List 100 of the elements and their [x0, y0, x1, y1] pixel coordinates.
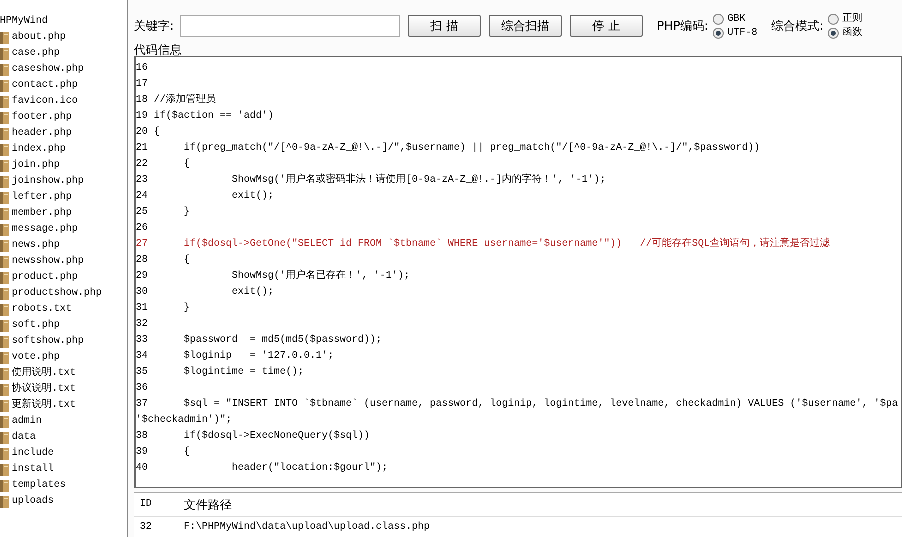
file-icon [0, 176, 9, 188]
code-line: 16 [136, 62, 148, 76]
file-icon [0, 128, 9, 140]
radio-button[interactable] [712, 28, 724, 38]
file-icon [0, 416, 9, 428]
tree-item[interactable]: soft.php [12, 318, 60, 334]
file-icon [0, 240, 9, 252]
radio-label: 正则 [842, 12, 863, 26]
tree-item[interactable]: install [12, 462, 54, 478]
tree-item[interactable]: news.php [12, 238, 60, 254]
radio-button[interactable] [828, 28, 839, 38]
file-icon [0, 384, 9, 396]
tree-item[interactable]: data [12, 430, 36, 446]
tree-item[interactable]: 协议说明.txt [12, 382, 76, 398]
toolbar-button[interactable]: 扫 描 [408, 15, 482, 37]
code-line: '$checkadmin')"; [136, 414, 232, 428]
code-line: 26 [136, 222, 148, 236]
table-cell-text: 32 [139, 520, 154, 534]
tree-item[interactable]: 更新说明.txt [12, 398, 76, 414]
code-line: 35 $logintime = time(); [136, 366, 304, 380]
file-icon [0, 480, 9, 492]
code-line: 22 { [136, 158, 190, 172]
code-line: 23 ShowMsg('用户名或密码非法！请使用[0-9a-zA-Z_@!.-]内的字符！', '-1'); [136, 173, 606, 188]
file-icon [0, 288, 9, 300]
keyword-field[interactable] [180, 15, 400, 37]
code-line: 18 //添加管理员 [136, 93, 216, 108]
code-line: 19 if($action == 'add') [136, 110, 274, 124]
code-line: 34 $loginip = '127.0.0.1'; [136, 350, 334, 364]
option-label: PHP编码: [657, 18, 709, 35]
code-line: 32 [136, 318, 148, 332]
tree-item[interactable]: uploads [12, 494, 54, 510]
tree-item[interactable]: index.php [12, 142, 66, 158]
tree-item[interactable]: joinshow.php [12, 174, 84, 190]
code-line: 36 [136, 382, 148, 396]
code-line: 20 { [136, 126, 160, 140]
tree-item[interactable]: softshow.php [12, 334, 84, 350]
tree-item[interactable]: templates [12, 478, 66, 494]
tree-item[interactable]: product.php [12, 270, 78, 286]
tree-item[interactable]: footer.php [12, 110, 72, 126]
tree-item[interactable]: case.php [12, 46, 60, 62]
file-icon [0, 464, 9, 476]
file-icon [0, 400, 9, 412]
tree-item[interactable]: include [12, 446, 54, 462]
tree-item[interactable]: 使用说明.txt [12, 366, 76, 382]
code-line: 38 if($dosql->ExecNoneQuery($sql)) [136, 430, 370, 444]
file-icon [0, 272, 9, 284]
tree-item[interactable]: newsshow.php [12, 254, 84, 270]
tree-item[interactable]: about.php [12, 30, 66, 46]
code-line: 30 exit(); [136, 286, 274, 300]
tree-item[interactable]: lefter.php [12, 190, 72, 206]
file-icon [0, 144, 9, 156]
code-line: 40 header("location:$gourl"); [136, 462, 388, 476]
file-icon [0, 496, 9, 508]
file-icon [0, 336, 9, 348]
option-label: 综合模式: [772, 18, 824, 35]
code-line: 28 { [136, 254, 190, 268]
code-line: 31 } [136, 302, 190, 316]
tree-root[interactable]: HPMyWind [0, 14, 48, 30]
code-line: 29 ShowMsg('用户名已存在！', '-1'); [136, 269, 410, 284]
toolbar-button[interactable]: 停 止 [570, 15, 644, 37]
panel-title: 代码信息 [134, 44, 183, 56]
tree-item[interactable]: admin [12, 414, 42, 430]
keyword-label: 关键字: [134, 18, 174, 35]
file-icon [0, 80, 9, 92]
tree-item[interactable]: caseshow.php [12, 62, 84, 78]
radio-label: 函数 [842, 26, 863, 40]
file-icon [0, 224, 9, 236]
file-icon [0, 96, 9, 108]
tree-item[interactable]: productshow.php [12, 286, 102, 302]
file-icon [0, 320, 9, 332]
code-line: 21 if(preg_match("/[^0-9a-zA-Z_@!\.-]/",$username) || preg_match("/[^0-9a-zA-Z_@!\.-]/",$password)) [136, 142, 760, 156]
tree-item[interactable]: header.php [12, 126, 72, 142]
column-header: ID [139, 498, 154, 512]
file-icon [0, 448, 9, 460]
tree-item[interactable]: join.php [12, 158, 60, 174]
file-icon [0, 112, 9, 124]
file-icon [0, 352, 9, 364]
radio-label: GBK [728, 12, 746, 26]
file-icon [0, 304, 9, 316]
code-line: 39 { [136, 446, 190, 460]
file-icon [0, 32, 9, 44]
tree-item[interactable]: vote.php [12, 350, 60, 366]
tree-item[interactable]: member.php [12, 206, 72, 222]
toolbar-button[interactable]: 综合扫描 [489, 15, 562, 37]
code-line: 24 exit(); [136, 190, 274, 204]
code-line: 27 if($dosql->GetOne("SELECT id FROM `$tbname` WHERE username='$username'")) //可能存在SQL查询语句，请注意是否过滤 [136, 237, 830, 252]
file-icon [0, 208, 9, 220]
tree-item[interactable]: favicon.ico [12, 94, 78, 110]
tree-item[interactable]: message.php [12, 222, 78, 238]
file-icon [0, 368, 9, 380]
tree-item[interactable]: robots.txt [12, 302, 72, 318]
radio-button[interactable] [828, 14, 839, 24]
file-icon [0, 160, 9, 172]
column-header: 文件路径 [184, 496, 232, 514]
file-icon [0, 192, 9, 204]
radio-label: UTF-8 [728, 26, 758, 40]
radio-button[interactable] [712, 14, 724, 24]
tree-item[interactable]: contact.php [12, 78, 78, 94]
code-line: 17 [136, 78, 148, 92]
file-icon [0, 64, 9, 76]
